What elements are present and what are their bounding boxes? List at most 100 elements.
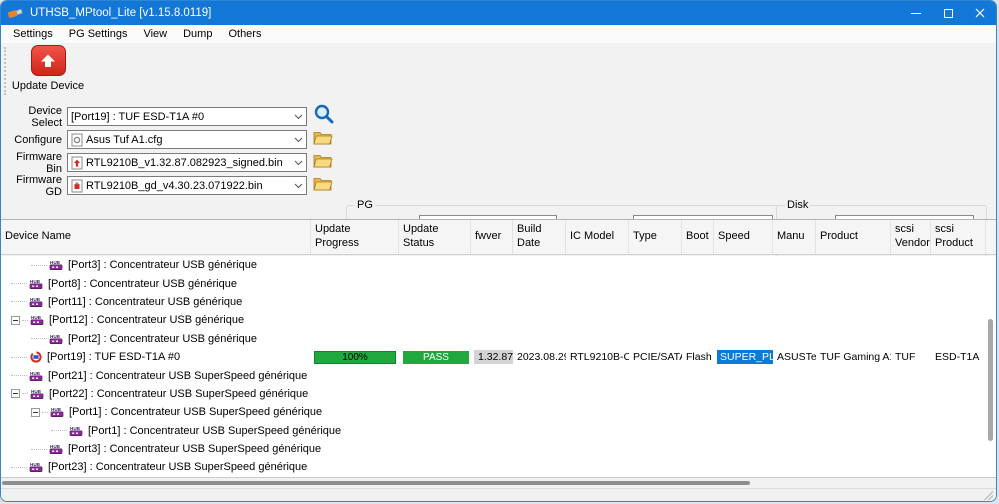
toolbar-gripper[interactable] — [4, 47, 6, 95]
table-row[interactable]: HUB [Port3] : Concentrateur USB SuperSpee… — [1, 440, 997, 458]
menu-item-view[interactable]: View — [135, 28, 175, 40]
device-select-combobox[interactable]: [Port19] : TUF ESD-T1A #0 — [67, 107, 307, 126]
device-name-label: [Port3] : Concentrateur USB générique — [68, 259, 257, 271]
combobox-value: [Port19] : TUF ESD-T1A #0 — [71, 111, 291, 123]
column-header-update-progress[interactable]: Update Progress — [311, 220, 399, 254]
resize-grip[interactable] — [983, 490, 993, 500]
folder-icon — [313, 130, 333, 150]
tree-connector-line — [51, 430, 67, 431]
table-row[interactable]: HUB[Port23] : Concentrateur USB SuperSpe… — [1, 458, 997, 476]
disk-group-title: Disk — [785, 199, 810, 211]
table-row[interactable]: HUB [Port1] : Concentrateur USB SuperSpee… — [1, 422, 997, 440]
column-header-type[interactable]: Type — [629, 220, 682, 254]
status-badge: PASS — [403, 351, 469, 364]
column-header-update-status[interactable]: Update Status — [399, 220, 471, 254]
cell-progress: 100% — [311, 348, 399, 366]
vertical-scrollbar[interactable] — [988, 319, 993, 441]
tree-connector-line — [11, 301, 27, 302]
menu-item-pg-settings[interactable]: PG Settings — [61, 28, 136, 40]
table-row[interactable]: HUB[Port11] : Concentrateur USB génériqu… — [1, 293, 997, 311]
device-name-label: [Port21] : Concentrateur USB SuperSpeed … — [48, 370, 307, 382]
device-name-label: [Port23] : Concentrateur USB SuperSpeed … — [48, 461, 307, 473]
cell-status: PASS — [399, 348, 471, 366]
hub-icon: HUB — [29, 296, 44, 308]
horizontal-scrollbar[interactable] — [2, 479, 997, 487]
column-header-manu[interactable]: Manu — [773, 220, 816, 254]
minimize-button[interactable] — [900, 1, 932, 25]
svg-text:HUB: HUB — [50, 334, 61, 339]
chevron-down-icon — [291, 137, 303, 143]
hub-icon: HUB — [49, 259, 64, 271]
tree-collapse-toggle[interactable] — [11, 389, 20, 398]
cell-boot: Flash — [682, 348, 714, 366]
maximize-button[interactable] — [932, 1, 964, 25]
menu-item-others[interactable]: Others — [220, 28, 269, 40]
device-name-label: [Port12] : Concentrateur USB générique — [49, 314, 244, 326]
device-name-label: [Port1] : Concentrateur USB SuperSpeed g… — [88, 425, 341, 437]
firmware-bin-combobox[interactable]: RTL9210B_v1.32.87.082923_signed.bin — [67, 153, 307, 172]
search-device-button[interactable] — [313, 103, 335, 130]
tree-connector-line — [11, 357, 27, 358]
hub-icon: HUB — [69, 425, 84, 437]
column-header-build-date[interactable]: Build Date — [513, 220, 566, 254]
table-row[interactable]: HUB[Port2] : Concentrateur USB générique — [1, 330, 997, 348]
menu-item-settings[interactable]: Settings — [5, 28, 61, 40]
window-title: UTHSB_MPtool_Lite [v1.15.8.0119] — [30, 7, 211, 19]
column-header-product[interactable]: Product — [816, 220, 891, 254]
form-field-label: Firmware GD — [1, 174, 67, 198]
table-row[interactable]: HUB[Port1] : Concentrateur USB SuperSpee… — [1, 403, 997, 421]
browse-file-button[interactable] — [313, 176, 333, 196]
svg-text:HUB: HUB — [50, 260, 61, 265]
tree-connector-line — [31, 338, 47, 339]
table-row[interactable]: HUB [Port21] : Concentrateur USB SuperSpe… — [1, 366, 997, 384]
close-button[interactable] — [964, 1, 996, 25]
search-icon — [313, 103, 335, 130]
device-name-label: [Port22] : Concentrateur USB SuperSpeed … — [49, 388, 308, 400]
svg-text:HUB: HUB — [51, 407, 62, 412]
cell-product: TUF Gaming A1 — [816, 348, 891, 366]
table-row[interactable]: HUB[Port8] : Concentrateur USB générique — [1, 274, 997, 292]
tree-connector-line — [31, 449, 47, 450]
cell-manu: ASUSTek — [773, 348, 816, 366]
tree-collapse-toggle[interactable] — [31, 408, 40, 417]
table-row[interactable]: HUB[Port12] : Concentrateur USB génériqu… — [1, 311, 997, 329]
combobox-value: RTL9210B_v1.32.87.082923_signed.bin — [86, 157, 291, 169]
tree-connector-line — [11, 467, 27, 468]
device-name-label: [Port19] : TUF ESD-T1A #0 — [47, 351, 180, 363]
configure-combobox[interactable]: Asus Tuf A1.cfg — [67, 130, 307, 149]
browse-file-button[interactable] — [313, 130, 333, 150]
column-header-scsi-vendor[interactable]: scsi Vendor — [891, 220, 931, 254]
hub-icon: HUB — [49, 443, 64, 455]
form-row-firmware-bin: Firmware BinRTL9210B_v1.32.87.082923_sig… — [1, 153, 333, 172]
column-header-boot[interactable]: Boot — [682, 220, 714, 254]
tree-collapse-toggle[interactable] — [11, 316, 20, 325]
column-header-ic-model[interactable]: IC Model — [566, 220, 629, 254]
tree-connector-line — [22, 393, 28, 394]
column-header-scsi-product[interactable]: scsi Product — [931, 220, 986, 254]
cell-scsi_product: ESD-T1A — [931, 348, 986, 366]
app-icon — [6, 4, 26, 22]
device-name-label: [Port8] : Concentrateur USB générique — [48, 278, 237, 290]
usb-device-icon — [29, 351, 43, 363]
tree-connector-line — [31, 265, 47, 266]
update-device-button[interactable]: Update Device — [9, 45, 87, 92]
form-row-configure: ConfigureAsus Tuf A1.cfg — [1, 130, 333, 149]
browse-file-button[interactable] — [313, 153, 333, 173]
table-row[interactable]: HUB[Port22] : Concentrateur USB SuperSpe… — [1, 385, 997, 403]
firmware-gd-combobox[interactable]: RTL9210B_gd_v4.30.23.071922.bin — [67, 176, 307, 195]
update-device-label: Update Device — [12, 80, 84, 92]
tree-connector-line — [22, 320, 28, 321]
svg-text:HUB: HUB — [30, 371, 41, 376]
column-header-fwver[interactable]: fwver — [471, 220, 513, 254]
column-header-speed[interactable]: Speed — [714, 220, 773, 254]
table-row[interactable]: HUB [Port3] : Concentrateur USB générique — [1, 256, 997, 274]
app-window: UTHSB_MPtool_Lite [v1.15.8.0119] Setting… — [0, 0, 997, 502]
menu-bar: SettingsPG SettingsViewDumpOthers — [1, 25, 996, 43]
column-header-device-name[interactable]: Device Name — [1, 220, 311, 254]
menu-item-dump[interactable]: Dump — [175, 28, 220, 40]
table-row[interactable]: [Port19] : TUF ESD-T1A #0100%PASS1.32.87… — [1, 348, 997, 366]
device-name-label: [Port3] : Concentrateur USB SuperSpeed g… — [68, 443, 321, 455]
horizontal-scrollbar-thumb[interactable] — [2, 481, 750, 485]
combobox-value: Asus Tuf A1.cfg — [86, 134, 291, 146]
chevron-down-icon — [291, 160, 303, 166]
